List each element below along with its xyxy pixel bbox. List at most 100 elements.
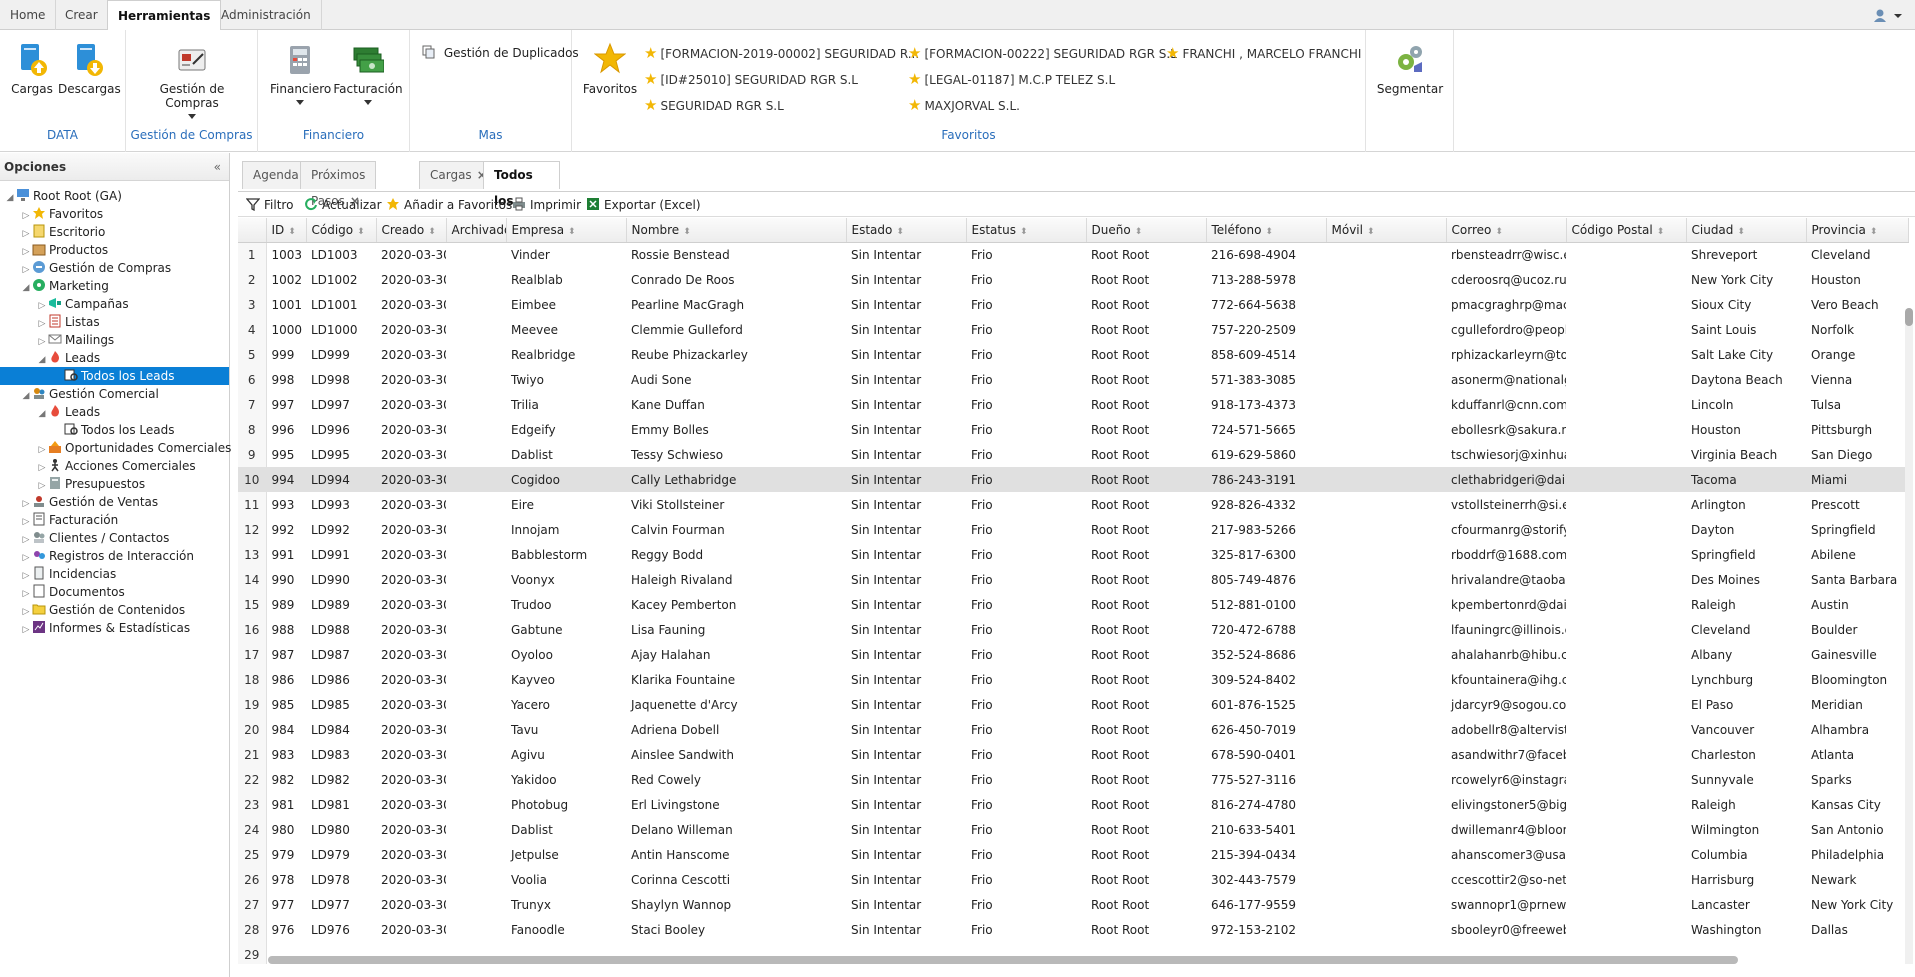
column-header[interactable]: Ciudad ⬍ <box>1686 218 1807 243</box>
tree-node-leads-comercial[interactable]: ◢ Leads <box>0 403 229 421</box>
table-row[interactable]: 9 995 LD995 2020-03-30 Dablist Tessy Schwieso… <box>238 442 1908 467</box>
table-row[interactable]: 11 993 LD993 2020-03-30 Eire Viki Stollsteine… <box>238 492 1908 517</box>
tree-node-leads-marketing[interactable]: ◢ Leads <box>0 349 229 367</box>
print-button[interactable]: Imprimir <box>512 197 581 212</box>
column-header[interactable]: Correo ⬍ <box>1446 218 1567 243</box>
tree-node-registros[interactable]: ▷ Registros de Interacción <box>0 547 229 565</box>
scroll-thumb[interactable] <box>1905 308 1913 326</box>
favorite-link[interactable]: ★ [ID#25010] SEGURIDAD RGR S.L <box>644 70 858 88</box>
column-header[interactable]: Teléfono ⬍ <box>1206 218 1327 243</box>
column-header[interactable]: Estatus ⬍ <box>966 218 1087 243</box>
tree-node-marketing[interactable]: ◢ Marketing <box>0 277 229 295</box>
tree-node-favoritos[interactable]: ▷ Favoritos <box>0 205 229 223</box>
table-row[interactable]: 2 1002 LD1002 2020-03-30 Realblab Conrado De … <box>238 267 1908 292</box>
collapse-panel-button[interactable]: « <box>214 153 221 181</box>
column-header[interactable]: Archivado <box>446 218 507 243</box>
table-row[interactable]: 21 983 LD983 2020-03-30 Agivu Ainslee Sandwit… <box>238 742 1908 767</box>
tab-herramientas[interactable]: Herramientas <box>107 0 222 31</box>
table-row[interactable]: 18 986 LD986 2020-03-30 Kayveo Klarika Founta… <box>238 667 1908 692</box>
tree-node-gestion-compras[interactable]: ▷ Gestión de Compras <box>0 259 229 277</box>
table-row[interactable]: 7 997 LD997 2020-03-30 Trilia Kane Duffan Sin … <box>238 392 1908 417</box>
table-row[interactable]: 5 999 LD999 2020-03-30 Realbridge Reube Phiza… <box>238 342 1908 367</box>
tree-node-gestion-ventas[interactable]: ▷ Gestión de Ventas <box>0 493 229 511</box>
table-row[interactable]: 23 981 LD981 2020-03-30 Photobug Erl Livingst… <box>238 792 1908 817</box>
column-header[interactable]: ID ⬍ <box>266 218 307 243</box>
tree-node-gestion-comercial[interactable]: ◢ Gestión Comercial <box>0 385 229 403</box>
table-row[interactable]: 17 987 LD987 2020-03-30 Oyoloo Ajay Halahan Si… <box>238 642 1908 667</box>
table-row[interactable]: 20 984 LD984 2020-03-30 Tavu Adriena Dobell Si… <box>238 717 1908 742</box>
table-row[interactable]: 13 991 LD991 2020-03-30 Babblestorm Reggy Bod… <box>238 542 1908 567</box>
tree-node-productos[interactable]: ▷ Productos <box>0 241 229 259</box>
table-row[interactable]: 4 1000 LD1000 2020-03-30 Meevee Clemmie Gulle… <box>238 317 1908 342</box>
tree-node-facturacion[interactable]: ▷ Facturación <box>0 511 229 529</box>
filter-button[interactable]: Filtro <box>246 197 293 212</box>
column-header[interactable]: Dueño ⬍ <box>1086 218 1207 243</box>
tree-node-listas[interactable]: ▷ Listas <box>0 313 229 331</box>
favoritos-button[interactable]: Favoritos <box>582 42 638 96</box>
column-header[interactable]: Empresa ⬍ <box>506 218 627 243</box>
gestion-compras-button[interactable]: Gestión de Compras <box>134 42 250 119</box>
tree-node-contenidos[interactable]: ▷ Gestión de Contenidos <box>0 601 229 619</box>
favorite-link[interactable]: ★ FRANCHI , MARCELO FRANCHI <box>1166 44 1361 62</box>
financiero-button[interactable]: Financiero <box>270 42 331 105</box>
tree-node-clientes[interactable]: ▷ Clientes / Contactos <box>0 529 229 547</box>
favorite-link[interactable]: ★ [LEGAL-01187] M.C.P TELEZ S.L <box>908 70 1115 88</box>
table-row[interactable]: 15 989 LD989 2020-03-30 Trudoo Kacey Pemberto… <box>238 592 1908 617</box>
table-row[interactable]: 25 979 LD979 2020-03-30 Jetpulse Antin Hansco… <box>238 842 1908 867</box>
table-row[interactable]: 10 994 LD994 2020-03-30 Cogidoo Cally Lethabr… <box>238 467 1908 492</box>
table-row[interactable]: 8 996 LD996 2020-03-30 Edgeify Emmy Bolles Sin… <box>238 417 1908 442</box>
tab-crear[interactable]: Crear <box>55 0 109 31</box>
gestion-duplicados-button[interactable]: Gestión de Duplicados <box>422 45 579 60</box>
expand-toggle-icon[interactable]: ▷ <box>20 621 32 639</box>
tab-home[interactable]: Home <box>0 0 57 31</box>
facturacion-button[interactable]: Facturación <box>332 42 404 105</box>
add-favorites-button[interactable]: Añadir a Favoritos <box>386 197 512 212</box>
tree-node-presupuestos[interactable]: ▷ Presupuestos <box>0 475 229 493</box>
descargas-button[interactable]: Descargas <box>58 42 121 96</box>
refresh-button[interactable]: Actualizar <box>304 197 382 212</box>
tab-todos-los-leads[interactable]: Todos los Leads× <box>483 161 560 234</box>
table-row[interactable]: 12 992 LD992 2020-03-30 Innojam Calvin Fourma… <box>238 517 1908 542</box>
tree-node-todos-los-leads[interactable]: Todos los Leads <box>0 421 229 439</box>
column-header[interactable]: Nombre ⬍ <box>626 218 847 243</box>
segmentar-button[interactable]: Segmentar <box>1376 42 1444 96</box>
tree-node-documentos[interactable]: ▷ Documentos <box>0 583 229 601</box>
favorite-link[interactable]: ★ [FORMACION-2019-00002] SEGURIDAD R... <box>644 44 919 62</box>
tree-node-incidencias[interactable]: ▷ Incidencias <box>0 565 229 583</box>
table-row[interactable]: 19 985 LD985 2020-03-30 Yacero Jaquenette d'A… <box>238 692 1908 717</box>
tree-node-todos-los-leads-selected[interactable]: Todos los Leads <box>0 367 229 385</box>
table-row[interactable]: 1 1003 LD1003 2020-03-30 Vinder Rossie Benste… <box>238 242 1908 267</box>
tree-node-campanas[interactable]: ▷ Campañas <box>0 295 229 313</box>
column-header[interactable]: Código Postal ⬍ <box>1566 218 1687 243</box>
cargas-button[interactable]: Cargas <box>10 42 54 96</box>
tree-node-mailings[interactable]: ▷ Mailings <box>0 331 229 349</box>
table-row[interactable]: 26 978 LD978 2020-03-30 Voolia Corinna Cescot… <box>238 867 1908 892</box>
favorite-link[interactable]: ★ MAXJORVAL S.L. <box>908 96 1020 114</box>
table-row[interactable]: 16 988 LD988 2020-03-30 Gabtune Lisa Fauning S… <box>238 617 1908 642</box>
export-excel-button[interactable]: Exportar (Excel) <box>586 197 701 212</box>
column-header[interactable]: Código ⬍ <box>306 218 377 243</box>
tree-node-oportunidades[interactable]: ▷ Oportunidades Comerciales <box>0 439 231 457</box>
column-header[interactable]: Provincia ⬍ <box>1806 218 1909 243</box>
column-header[interactable]: Móvil ⬍ <box>1326 218 1447 243</box>
tree-node-root[interactable]: ◢ Root Root (GA) <box>0 187 229 205</box>
table-row[interactable]: 22 982 LD982 2020-03-30 Yakidoo Red Cowely Sin… <box>238 767 1908 792</box>
table-row[interactable]: 6 998 LD998 2020-03-30 Twiyo Audi Sone Sin Int… <box>238 367 1908 392</box>
tree-node-acciones-comerciales[interactable]: ▷ Acciones Comerciales <box>0 457 229 475</box>
tab-proximos-pasos[interactable]: Próximos Pasos × <box>300 161 377 208</box>
tree-node-escritorio[interactable]: ▷ Escritorio <box>0 223 229 241</box>
column-header[interactable]: Creado ⬍ <box>376 218 447 243</box>
horizontal-scrollbar[interactable] <box>268 956 1738 964</box>
vertical-scrollbar[interactable] <box>1905 308 1913 964</box>
table-row[interactable]: 24 980 LD980 2020-03-30 Dablist Delano Willem… <box>238 817 1908 842</box>
tab-administracion[interactable]: Administración <box>211 0 322 31</box>
table-row[interactable]: 28 976 LD976 2020-03-30 Fanoodle Staci Booley… <box>238 917 1908 942</box>
table-row[interactable]: 3 1001 LD1001 2020-03-30 Eimbee Pearline MacG… <box>238 292 1908 317</box>
favorite-link[interactable]: ★ [FORMACION-00222] SEGURIDAD RGR S.L <box>908 44 1177 62</box>
user-menu-button[interactable] <box>1873 8 1903 26</box>
tree-node-informes[interactable]: ▷ Informes & Estadísticas <box>0 619 229 637</box>
table-row[interactable]: 27 977 LD977 2020-03-30 Trunyx Shaylyn Wannop… <box>238 892 1908 917</box>
table-row[interactable]: 14 990 LD990 2020-03-30 Voonyx Haleigh Rivala… <box>238 567 1908 592</box>
favorite-link[interactable]: ★ SEGURIDAD RGR S.L <box>644 96 784 114</box>
column-header[interactable]: Estado ⬍ <box>846 218 967 243</box>
